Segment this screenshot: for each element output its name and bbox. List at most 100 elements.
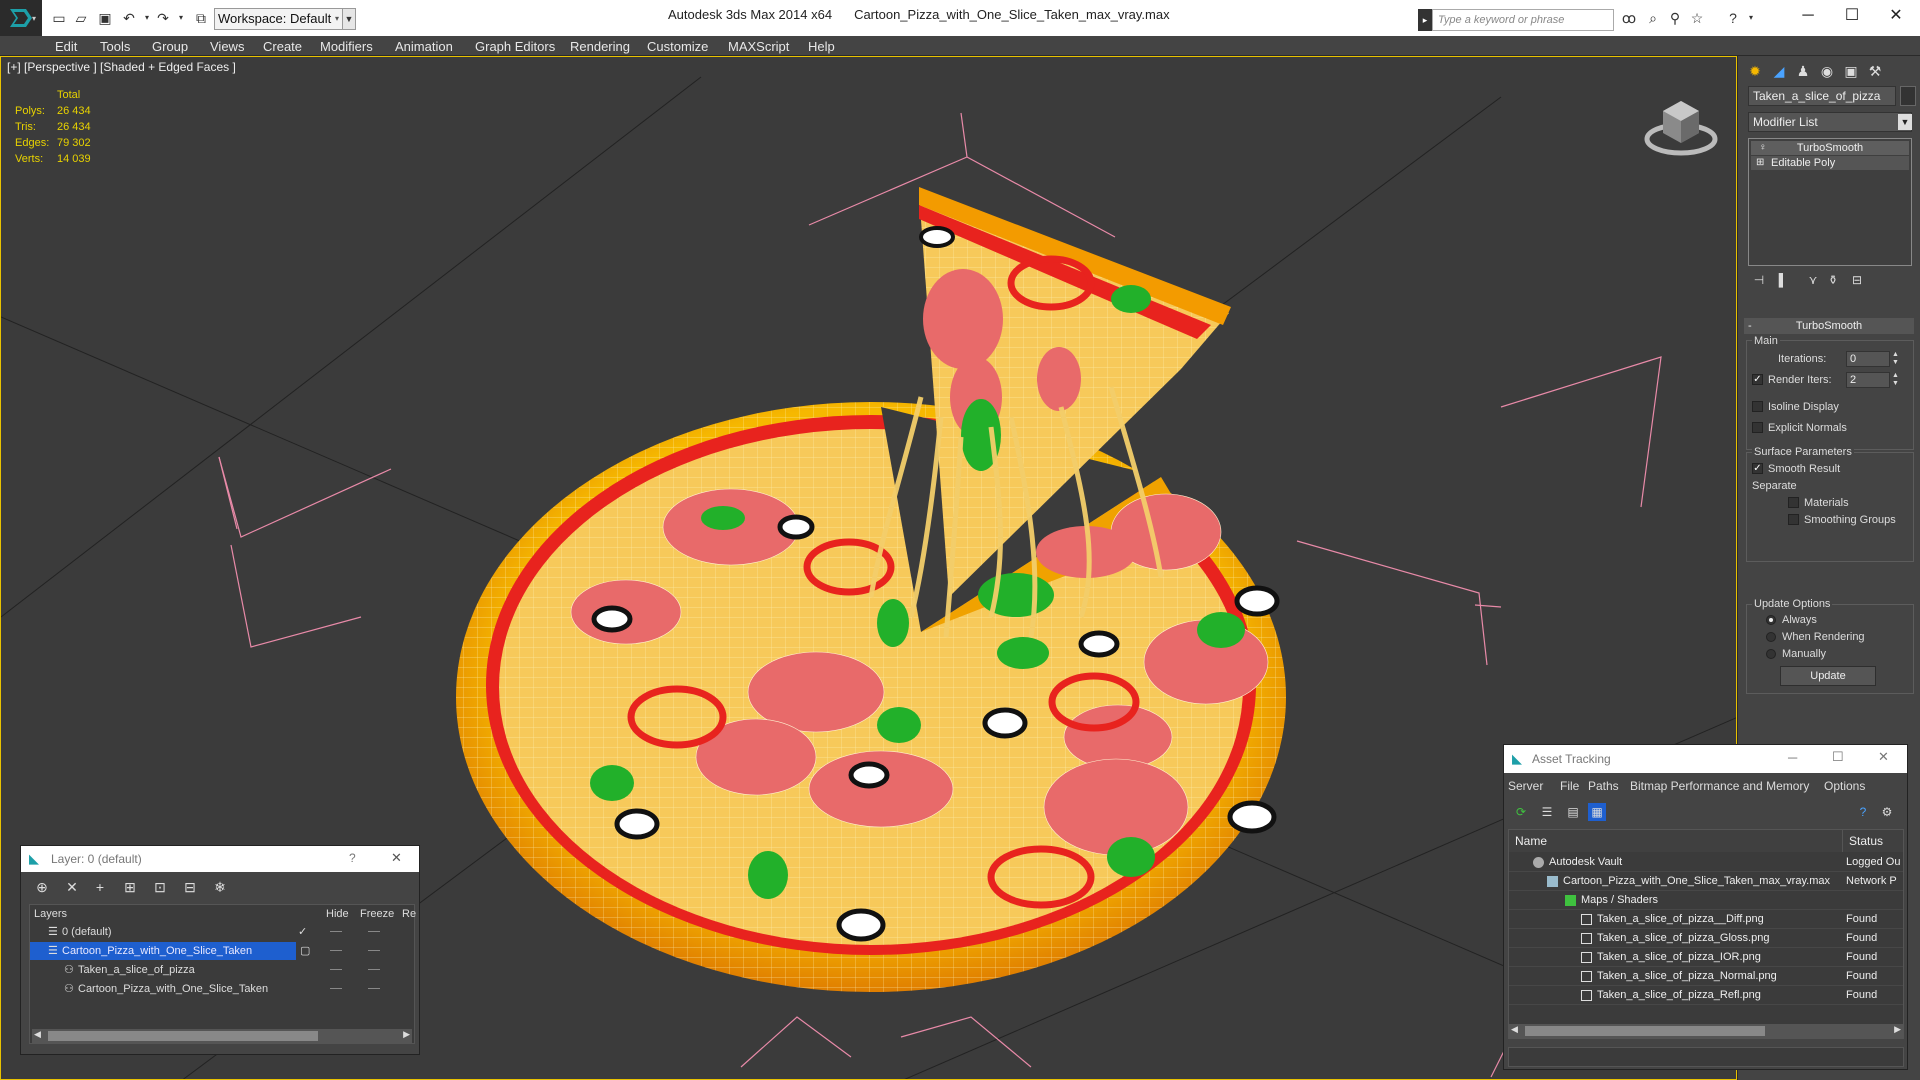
modifier-list-dropdown[interactable]: Modifier List [1748,112,1912,132]
menu-modifiers[interactable]: Modifiers [320,39,373,54]
scroll-thumb[interactable] [1525,1026,1765,1036]
check-icon[interactable]: ✓ [298,923,307,941]
refresh-icon[interactable]: ⟳ [1512,803,1530,821]
app-logo-icon[interactable]: ▾ [0,0,42,36]
close-icon[interactable]: ✕ [1876,4,1916,28]
save-icon[interactable]: ▣ [96,10,114,26]
column-freeze[interactable]: Freeze [360,905,394,923]
menu-maxscript[interactable]: MAXScript [728,39,789,54]
scroll-thumb[interactable] [48,1031,318,1041]
asset-menu-bitmap[interactable]: Bitmap Performance and Memory [1630,779,1809,793]
menu-tools[interactable]: Tools [100,39,130,54]
layer-dialog-titlebar[interactable]: ◣ Layer: 0 (default) ? ✕ [21,846,419,872]
table-row[interactable]: Taken_a_slice_of_pizza_IOR.png Found [1509,948,1903,967]
delete-layer-icon[interactable]: ✕ [63,878,81,896]
smooth-result-checkbox[interactable]: ✓ [1752,463,1763,474]
active-layer-box[interactable]: ▢ [300,942,314,960]
list-view-icon[interactable]: ☰ [1538,803,1556,821]
scroll-left-icon[interactable]: ◀ [34,1029,41,1040]
object-row[interactable]: ⚇ Taken_a_slice_of_pizza [30,961,416,979]
make-unique-icon[interactable]: ⋎ [1804,271,1822,289]
binoculars-icon[interactable]: ꝏ [1620,10,1638,26]
spinner-arrows-icon[interactable]: ▲ ▼ [1892,372,1900,388]
add-to-layer-icon[interactable]: + [91,878,109,896]
redo-icon[interactable]: ↷ [154,10,172,26]
smoothing-groups-checkbox[interactable] [1788,514,1799,525]
asset-dialog-titlebar[interactable]: ◣ Asset Tracking ─ ☐ ✕ [1504,745,1907,773]
open-icon[interactable]: ▱ [72,10,90,26]
search-expand-icon[interactable]: ▸ [1418,9,1432,31]
hide-toggle[interactable] [330,988,342,989]
details-view-icon[interactable]: ▤ [1564,803,1582,821]
minimize-icon[interactable]: ─ [1788,4,1828,28]
viewcube-icon[interactable] [1641,89,1721,159]
asset-menu-server[interactable]: Server [1508,779,1543,793]
column-layers[interactable]: Layers [34,905,67,923]
show-end-result-icon[interactable]: ▌ [1774,271,1792,289]
asset-menu-file[interactable]: File [1560,779,1579,793]
freeze-toggle[interactable] [368,988,380,989]
menu-help[interactable]: Help [808,39,835,54]
redo-dropdown-icon[interactable]: ▾ [172,10,190,26]
table-row[interactable]: Taken_a_slice_of_pizza__Diff.png Found [1509,910,1903,929]
select-objects-icon[interactable]: ⊞ [121,878,139,896]
freeze-all-icon[interactable]: ❄ [211,878,229,896]
asset-menu-options[interactable]: Options [1824,779,1865,793]
freeze-toggle[interactable] [368,931,380,932]
help-dropdown-icon[interactable]: ▾ [1742,10,1760,26]
table-view-icon[interactable]: ▦ [1588,803,1606,821]
table-row[interactable]: Taken_a_slice_of_pizza_Normal.png Found [1509,967,1903,986]
materials-checkbox[interactable] [1788,497,1799,508]
hide-toggle[interactable] [330,950,342,951]
hierarchy-tab-icon[interactable]: ♟ [1792,60,1814,82]
isoline-display-checkbox[interactable] [1752,401,1763,412]
column-hide[interactable]: Hide [326,905,349,923]
expand-icon[interactable]: ⊞ [1756,156,1764,170]
table-row[interactable]: Cartoon_Pizza_with_One_Slice_Taken_max_v… [1509,872,1903,891]
new-icon[interactable]: ▭ [50,10,68,26]
hide-all-icon[interactable]: ⊟ [181,878,199,896]
close-icon[interactable]: ✕ [391,850,402,866]
menu-graph-editors[interactable]: Graph Editors [475,39,555,54]
asset-menu-paths[interactable]: Paths [1588,779,1619,793]
menu-rendering[interactable]: Rendering [570,39,630,54]
scroll-right-icon[interactable]: ▶ [403,1029,410,1040]
freeze-toggle[interactable] [368,950,380,951]
column-render[interactable]: Re [402,905,416,923]
scroll-left-icon[interactable]: ◀ [1511,1024,1518,1035]
freeze-toggle[interactable] [368,969,380,970]
new-layer-icon[interactable]: ⊕ [33,878,51,896]
search-icon[interactable]: ⌕ [1644,10,1662,26]
modify-tab-icon[interactable]: ◢ [1768,60,1790,82]
stack-item-editable-poly[interactable]: ⊞ Editable Poly [1751,156,1909,170]
minimize-icon[interactable]: ─ [1788,750,1797,765]
motion-tab-icon[interactable]: ◉ [1816,60,1838,82]
render-iters-checkbox[interactable]: ✓ [1752,374,1763,385]
menu-animation[interactable]: Animation [395,39,453,54]
asset-path-field[interactable] [1508,1047,1904,1067]
menu-views[interactable]: Views [210,39,244,54]
viewport-label[interactable]: [+] [Perspective ] [Shaded + Edged Faces… [7,60,236,74]
explicit-normals-checkbox[interactable] [1752,422,1763,433]
lightbulb-icon[interactable]: ♀ [1759,141,1767,155]
workspace-select[interactable]: Workspace: Default ▾ [214,8,344,30]
manually-radio[interactable] [1766,649,1776,659]
project-folder-icon[interactable]: ⧉ [192,10,210,26]
create-tab-icon[interactable]: ✹ [1744,60,1766,82]
chevron-down-icon[interactable]: ▼ [1898,114,1912,130]
hide-toggle[interactable] [330,931,342,932]
undo-icon[interactable]: ↶ [120,10,138,26]
search-input[interactable]: Type a keyword or phrase [1432,9,1614,31]
help-icon[interactable]: ? [349,851,356,865]
column-name[interactable]: Name [1509,830,1843,852]
update-button[interactable]: Update [1780,666,1876,686]
table-row[interactable]: Maps / Shaders [1509,891,1903,910]
layer-row-selected[interactable]: ☰ Cartoon_Pizza_with_One_Slice_Taken [30,942,296,960]
highlight-layer-icon[interactable]: ⊡ [151,878,169,896]
table-row[interactable]: Autodesk Vault Logged Ou [1509,853,1903,872]
render-iters-spinner[interactable]: 2 [1846,372,1890,388]
horizontal-scrollbar[interactable]: ◀ ▶ [32,1029,412,1043]
when-rendering-radio[interactable] [1766,632,1776,642]
help-icon[interactable]: ? [1724,10,1742,26]
remove-modifier-icon[interactable]: ⚱ [1824,271,1842,289]
